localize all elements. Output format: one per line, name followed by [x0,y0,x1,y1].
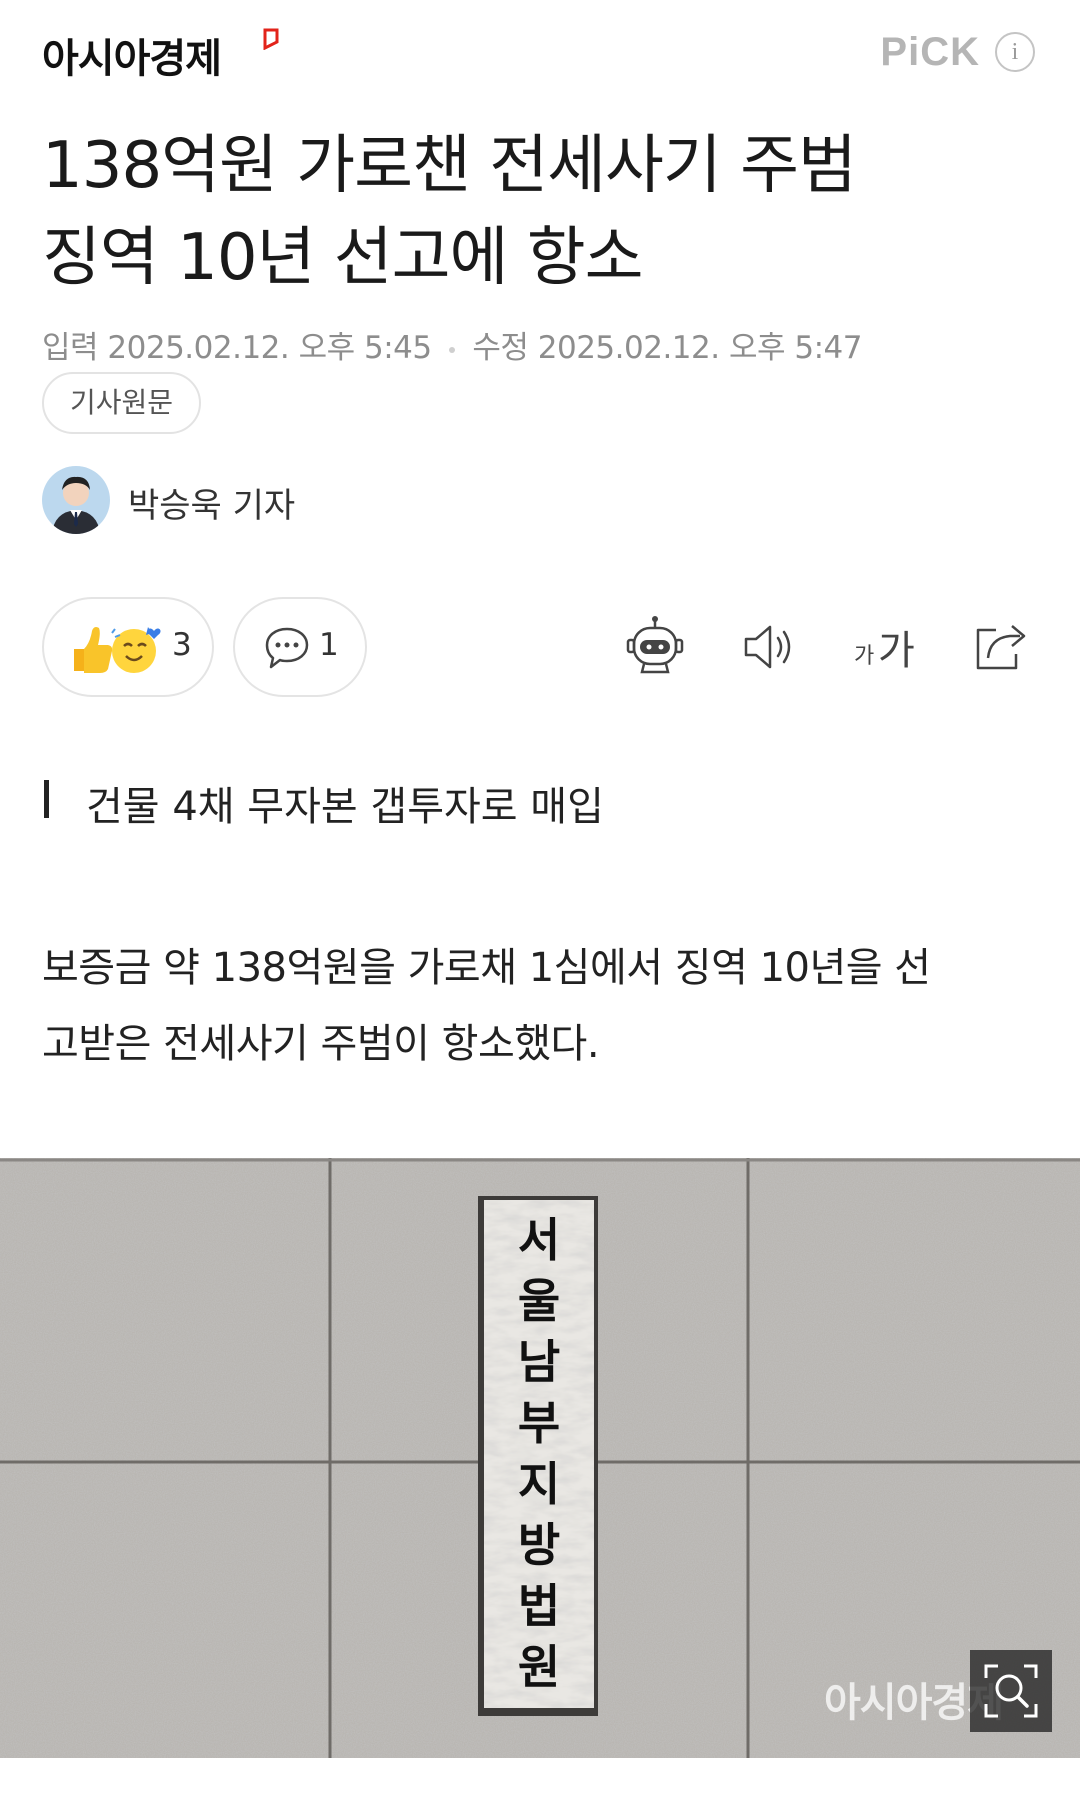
robot-icon[interactable] [620,612,690,682]
sign-char: 부 [517,1396,561,1450]
sign-char: 법 [517,1579,561,1633]
press-logo[interactable]: 아시아경제 [42,26,222,84]
date-separator [448,346,455,353]
sign-char: 서 [517,1213,561,1267]
font-size-small-label: 가 [854,644,875,669]
speech-bubble-icon [265,627,309,669]
top-header: 아시아경제 PiCK i [0,0,1080,110]
image-zoom-icon [984,1664,1038,1718]
article-title: 138억원 가로챈 전세사기 주범 징역 10년 선고에 항소 [42,120,1042,304]
subheading-text: 건물 4채 무자본 갭투자로 매입 [86,784,604,830]
info-icon[interactable]: i [995,32,1035,72]
article-photo[interactable]: 서 울 남 부 지 방 법 원 아시아경제 [0,1158,1080,1758]
font-size-icon[interactable]: 가 가 [852,616,922,686]
thumbs-up-and-smile-icon [74,627,161,673]
original-article-button[interactable]: 기사원문 [42,372,202,434]
reaction-count: 3 [172,627,192,663]
sign-char: 남 [517,1335,561,1389]
speaker-icon[interactable] [734,612,804,682]
sign-char: 울 [517,1274,561,1328]
comment-button[interactable]: 1 [233,597,367,697]
body-line-2: 고받은 전세사기 주범이 항소했다. [42,1021,600,1067]
share-icon[interactable] [966,612,1036,682]
reaction-button[interactable]: 3 [42,597,214,697]
title-line-1: 138억원 가로챈 전세사기 주범 [42,129,857,203]
image-zoom-button[interactable] [970,1650,1052,1732]
subheading-bar [44,780,49,818]
modified-date-label: 수정 [472,330,529,366]
sign-char: 원 [517,1640,561,1694]
modified-date-value: 2025.02.12. 오후 5:47 [537,330,863,366]
author-name[interactable]: 박승욱 기자 [128,478,295,527]
sign-char: 지 [517,1457,561,1511]
logo-flag-icon [263,28,279,50]
input-date-value: 2025.02.12. 오후 5:45 [107,330,432,366]
article-dates: 입력 2025.02.12. 오후 5:45 수정 2025.02.12. 오후… [42,322,862,367]
article-body: 보증금 약 138억원을 가로채 1심에서 징역 10년을 선 고받은 전세사기… [42,930,1042,1082]
court-sign-text: 서 울 남 부 지 방 법 원 [484,1210,594,1698]
body-line-1: 보증금 약 138억원을 가로채 1심에서 징역 10년을 선 [42,945,931,991]
sign-char: 방 [517,1518,561,1572]
input-date-label: 입력 [42,330,99,366]
comment-count: 1 [319,627,339,663]
font-size-large-label: 가 [878,628,915,674]
title-line-2: 징역 10년 선고에 항소 [42,221,644,295]
pick-badge[interactable]: PiCK [880,30,980,75]
author-avatar[interactable] [42,466,110,534]
